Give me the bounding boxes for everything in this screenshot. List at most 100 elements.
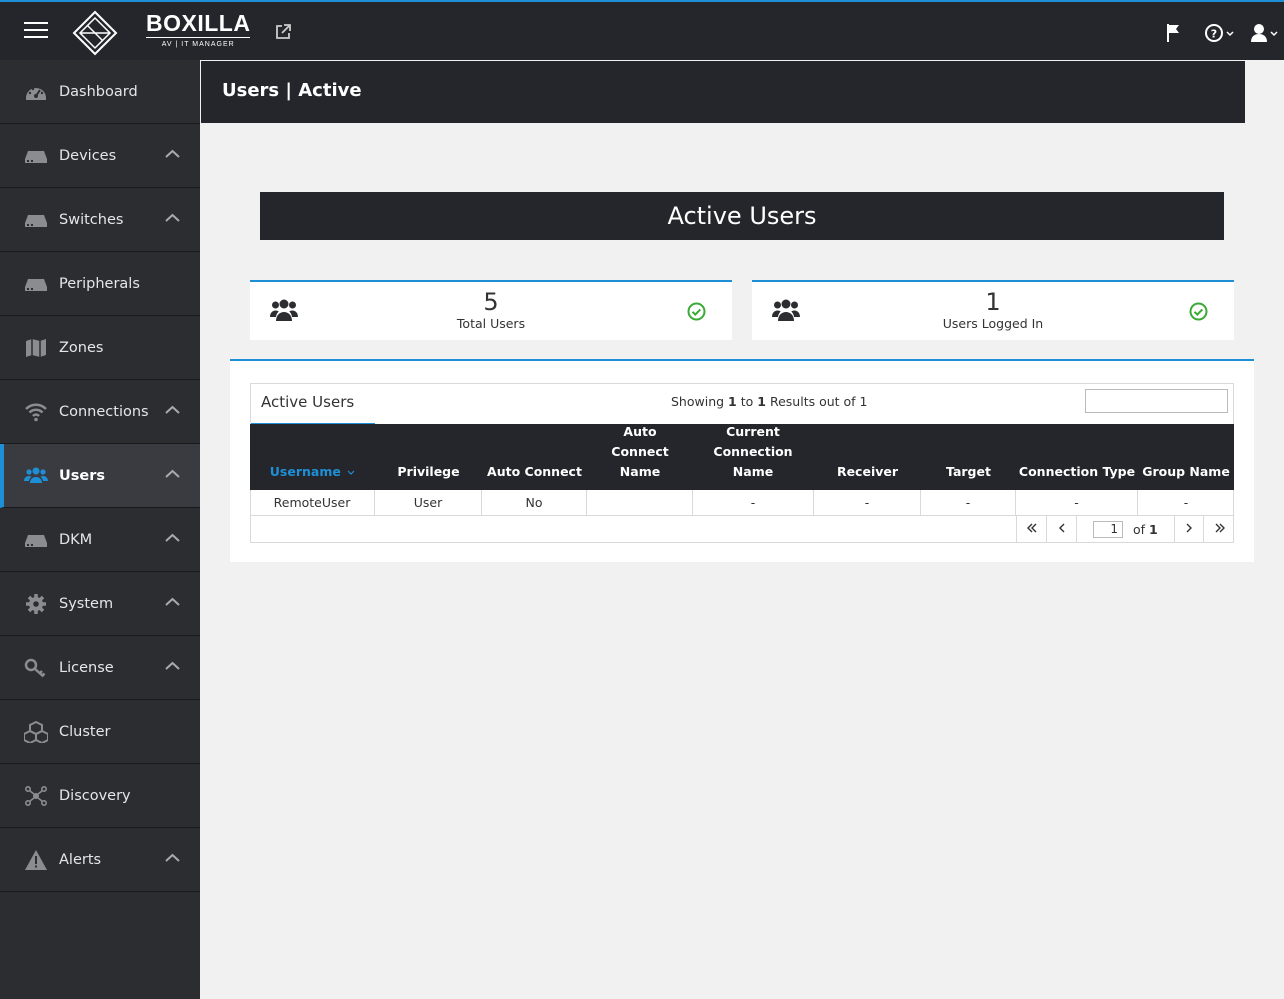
sidebar-item-label: Dashboard xyxy=(59,83,138,100)
chevron-left-icon xyxy=(1058,523,1064,533)
chevron-up-icon[interactable] xyxy=(165,405,180,415)
showing-prefix: Showing xyxy=(671,394,725,409)
sidebar-item-cluster[interactable]: Cluster xyxy=(0,700,200,764)
column-header-auto-connect[interactable]: Auto Connect xyxy=(482,462,587,482)
sidebar: Dashboard Devices Switches Peripherals Z… xyxy=(0,60,200,999)
total-users-card: 5 Total Users xyxy=(250,280,732,340)
boxilla-logo-icon xyxy=(72,10,118,56)
showing-to-word: to xyxy=(740,394,754,409)
users-icon xyxy=(24,467,48,483)
table-search-input[interactable] xyxy=(1085,389,1228,413)
wifi-icon xyxy=(25,403,47,422)
sidebar-item-alerts[interactable]: Alerts xyxy=(0,828,200,892)
user-icon[interactable] xyxy=(1250,22,1280,44)
page-title: Users | Active xyxy=(222,80,362,101)
cell-privilege: User xyxy=(375,490,482,515)
menu-toggle-icon[interactable] xyxy=(24,22,48,40)
table-title: Active Users xyxy=(261,393,355,411)
chevron-up-icon[interactable] xyxy=(165,149,180,159)
column-header-group-name[interactable]: Group Name xyxy=(1138,462,1234,482)
last-page-button[interactable] xyxy=(1205,516,1235,542)
logo-text: BOXILLA AV | IT MANAGER xyxy=(146,10,251,48)
sidebar-item-label: Peripherals xyxy=(59,275,140,292)
total-users-count: 5 xyxy=(483,288,499,316)
cell-auto-connect: No xyxy=(482,490,587,515)
switch-icon xyxy=(25,215,47,227)
sidebar-item-label: Zones xyxy=(59,339,104,356)
help-icon[interactable]: ? xyxy=(1204,22,1236,44)
chevron-up-icon[interactable] xyxy=(165,597,180,607)
top-bar: BOXILLA AV | IT MANAGER ? xyxy=(0,0,1284,60)
showing-to: 1 xyxy=(757,394,766,409)
page-number-input[interactable]: 1 xyxy=(1093,521,1123,538)
device-icon xyxy=(25,151,47,163)
cell-username: RemoteUser xyxy=(250,490,375,515)
users-logged-in-label: Users Logged In xyxy=(942,316,1044,331)
map-icon xyxy=(26,339,46,357)
sidebar-item-peripherals[interactable]: Peripherals xyxy=(0,252,200,316)
cell-current-connection-name: - xyxy=(693,490,814,515)
sidebar-item-label: Users xyxy=(59,467,106,484)
users-logged-in-card: 1 Users Logged In xyxy=(752,280,1234,340)
flag-icon[interactable] xyxy=(1166,22,1182,44)
sidebar-item-devices[interactable]: Devices xyxy=(0,124,200,188)
page-total: 1 xyxy=(1149,522,1158,537)
pagination: 1 of 1 xyxy=(1016,516,1235,543)
cubes-icon xyxy=(24,721,48,743)
prev-page-button[interactable] xyxy=(1047,516,1077,542)
logo-sub-text: AV | IT MANAGER xyxy=(161,41,235,48)
logo-main-text: BOXILLA xyxy=(146,10,251,38)
users-logged-in-count: 1 xyxy=(985,288,1001,316)
sidebar-item-label: Discovery xyxy=(59,787,131,804)
column-header-auto-connect-name[interactable]: Auto Connect Name xyxy=(595,422,685,482)
peripheral-icon xyxy=(25,279,47,291)
results-summary: Showing 1 to 1 Results out of 1 xyxy=(671,394,868,409)
chevron-up-icon[interactable] xyxy=(165,213,180,223)
chevron-up-icon[interactable] xyxy=(165,533,180,543)
external-link-icon[interactable] xyxy=(274,23,292,41)
double-chevron-left-icon xyxy=(1026,523,1036,533)
sidebar-item-zones[interactable]: Zones xyxy=(0,316,200,380)
sidebar-item-label: DKM xyxy=(59,531,93,548)
column-header-privilege[interactable]: Privilege xyxy=(375,462,482,482)
sidebar-item-dkm[interactable]: DKM xyxy=(0,508,200,572)
table-row[interactable]: RemoteUser User No - - - - - xyxy=(250,490,1234,516)
sidebar-item-discovery[interactable]: Discovery xyxy=(0,764,200,828)
column-header-username[interactable]: Username xyxy=(250,462,375,482)
network-icon xyxy=(24,785,47,807)
showing-from: 1 xyxy=(728,394,737,409)
cell-receiver: - xyxy=(814,490,921,515)
sidebar-item-label: License xyxy=(59,659,114,676)
chevron-up-icon[interactable] xyxy=(165,661,180,671)
cell-connection-type: - xyxy=(1016,490,1138,515)
sidebar-item-label: Switches xyxy=(59,211,124,228)
check-circle-icon xyxy=(687,302,706,321)
column-header-receiver[interactable]: Receiver xyxy=(814,462,921,482)
sidebar-item-label: Alerts xyxy=(59,851,102,868)
page-header: Users | Active xyxy=(201,61,1245,123)
sidebar-item-label: System xyxy=(59,595,114,612)
column-header-current-connection-name[interactable]: Current Connection Name xyxy=(708,422,798,482)
sidebar-item-label: Devices xyxy=(59,147,117,164)
next-page-button[interactable] xyxy=(1174,516,1204,542)
column-header-target[interactable]: Target xyxy=(921,462,1016,482)
column-header-connection-type[interactable]: Connection Type xyxy=(1016,462,1138,482)
sidebar-item-connections[interactable]: Connections xyxy=(0,380,200,444)
cell-target: - xyxy=(921,490,1016,515)
sidebar-item-license[interactable]: License xyxy=(0,636,200,700)
key-icon xyxy=(24,658,46,678)
warning-icon xyxy=(25,850,47,870)
svg-text:?: ? xyxy=(1211,28,1217,41)
sidebar-item-dashboard[interactable]: Dashboard xyxy=(0,60,200,124)
total-users-label: Total Users xyxy=(456,316,526,331)
sidebar-item-system[interactable]: System xyxy=(0,572,200,636)
chevron-up-icon[interactable] xyxy=(165,469,180,479)
page-count: of 1 xyxy=(1133,522,1158,537)
chevron-up-icon[interactable] xyxy=(165,853,180,863)
sidebar-item-switches[interactable]: Switches xyxy=(0,188,200,252)
cell-group-name: - xyxy=(1183,495,1189,510)
sort-descending-icon xyxy=(347,470,355,475)
check-circle-icon xyxy=(1189,302,1208,321)
first-page-button[interactable] xyxy=(1017,516,1047,542)
sidebar-item-users[interactable]: Users xyxy=(0,444,200,508)
